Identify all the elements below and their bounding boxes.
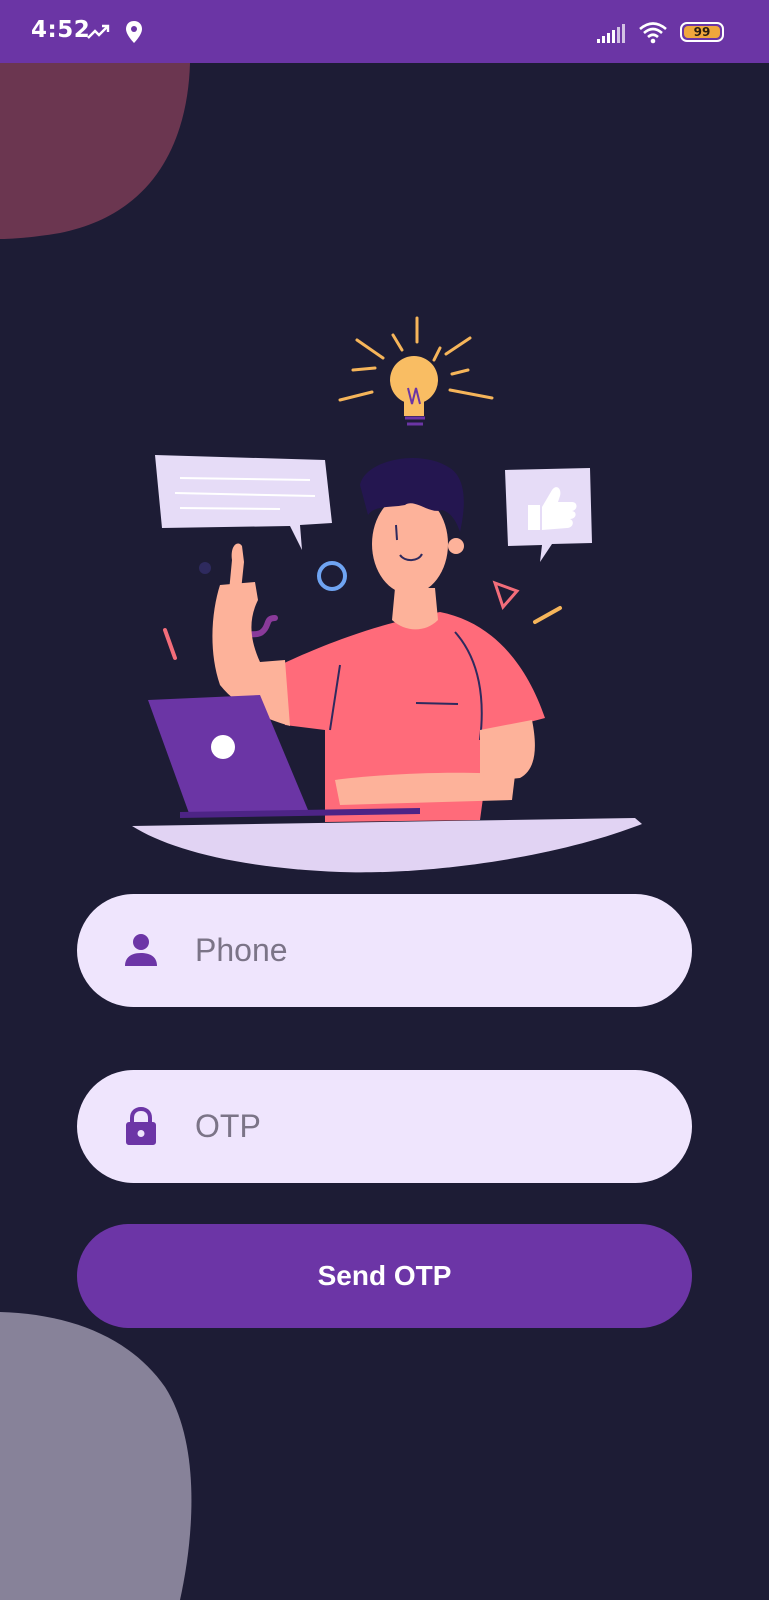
trend-up-icon (87, 24, 110, 39)
decorative-blob-bottom (0, 1312, 195, 1600)
phone-input[interactable] (195, 894, 655, 1007)
battery-icon: 99 (680, 22, 724, 42)
battery-level: 99 (693, 25, 711, 39)
status-bar: 4:52 99 (0, 0, 769, 63)
thumbs-up-bubble (505, 468, 592, 562)
person-icon (125, 934, 157, 966)
wifi-icon (639, 22, 667, 44)
blue-ring (317, 561, 347, 591)
lock-icon (126, 1106, 156, 1145)
phone-field[interactable] (77, 894, 692, 1007)
hero-illustration (120, 300, 650, 880)
status-time: 4:52 (31, 17, 91, 43)
desk (132, 818, 642, 873)
signal-icon (597, 24, 625, 43)
speech-bubble-left (155, 455, 332, 550)
lightbulb-icon (390, 356, 438, 426)
location-pin-icon (126, 21, 142, 43)
send-otp-button[interactable]: Send OTP (77, 1224, 692, 1328)
otp-input[interactable] (195, 1070, 655, 1183)
otp-field[interactable] (77, 1070, 692, 1183)
decorative-blob-top (0, 63, 190, 239)
